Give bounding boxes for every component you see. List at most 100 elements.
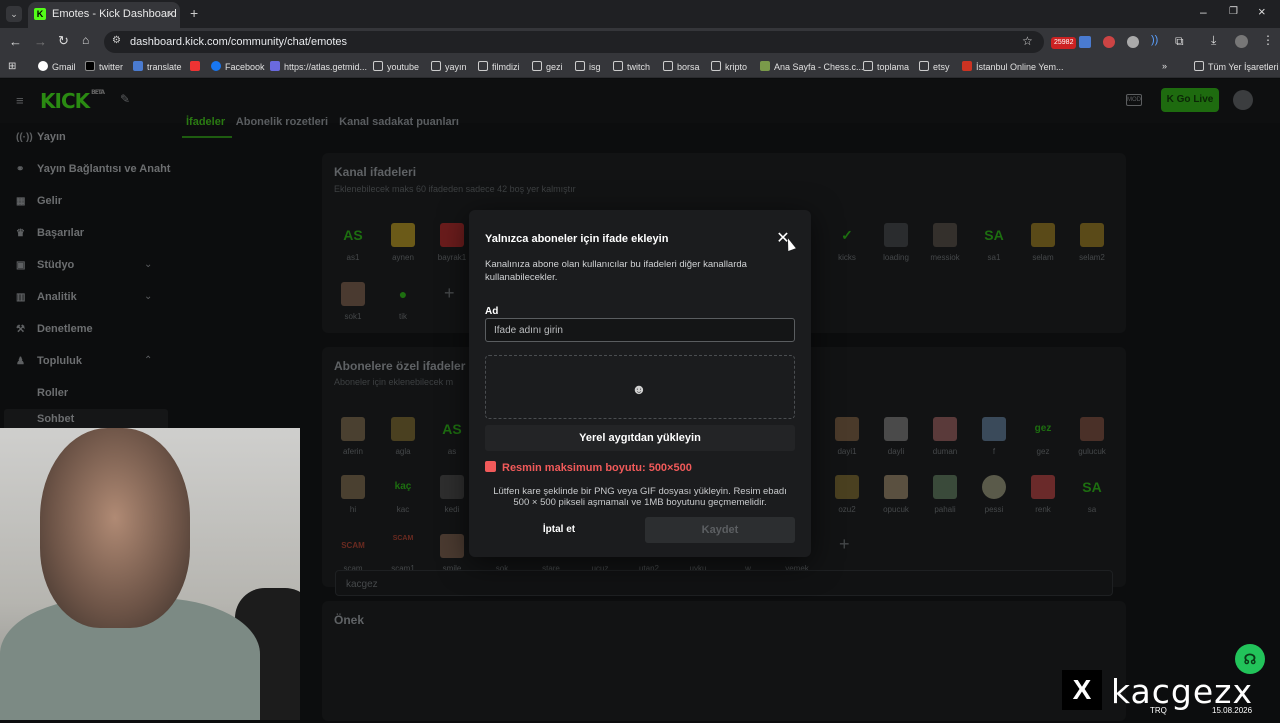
bookmark-translate[interactable]: translate [133, 61, 182, 72]
folder-isg[interactable]: isg [575, 61, 601, 72]
folder-etsy[interactable]: etsy [919, 61, 950, 72]
user-avatar[interactable] [1233, 90, 1253, 110]
sidebar-item-denetleme[interactable]: ⚒ Denetleme [16, 323, 93, 335]
mod-icon[interactable]: MOD [1126, 94, 1142, 106]
emote-name-input[interactable] [485, 318, 795, 342]
emote-f[interactable]: f [974, 417, 1014, 456]
bookmark-atlas[interactable]: https://atlas.getmid... [270, 61, 367, 72]
tab-close-icon[interactable]: × [167, 7, 174, 21]
emote-kac[interactable]: kaç kac [383, 475, 423, 514]
sidebar-item-roller[interactable]: Roller [37, 387, 68, 399]
restore-icon[interactable]: ❐ [1229, 6, 1238, 17]
folder-yayin[interactable]: yayın [431, 61, 467, 72]
image-dropzone[interactable]: ☻ [485, 355, 795, 419]
tab-abonelik-rozetleri[interactable]: Abonelik rozetleri [236, 116, 328, 128]
ext-gray-icon[interactable] [1127, 36, 1139, 48]
bookmark-istanbul[interactable]: İstanbul Online Yem... [962, 61, 1064, 72]
emote-smile[interactable]: smile [432, 534, 472, 573]
emote-dayi1[interactable]: dayi1 [827, 417, 867, 456]
sidebar-item-sohbet[interactable]: Sohbet [37, 413, 74, 425]
tab-search-icon[interactable]: ⌄ [6, 6, 22, 22]
bookmark-chess[interactable]: Ana Sayfa - Chess.c... [760, 61, 864, 72]
emote-loading[interactable]: loading [876, 223, 916, 262]
sidebar-item-stream-key[interactable]: ⚭ Yayın Bağlantısı ve Anahtarı [16, 163, 171, 175]
browser-tab[interactable]: K Emotes - Kick Dashboard × [28, 2, 180, 28]
save-button[interactable]: Kaydet [645, 517, 795, 543]
emote-sok1[interactable]: sok1 [333, 282, 373, 321]
back-icon[interactable]: ← [9, 34, 22, 49]
sidebar-item-topluluk[interactable]: ♟ Topluluk [16, 355, 82, 367]
emote-gez[interactable]: gez gez [1023, 417, 1063, 456]
reload-icon[interactable]: ↻ [58, 33, 69, 49]
forward-icon[interactable]: → [34, 34, 47, 49]
new-tab-icon[interactable]: + [190, 5, 198, 21]
apps-icon[interactable]: ⊞ [8, 61, 16, 72]
emote-scam1[interactable]: SCAM scam1 [383, 534, 423, 573]
emote-messiok[interactable]: messiok [925, 223, 965, 262]
kick-logo[interactable]: KICK BETA [40, 89, 105, 113]
go-live-button[interactable]: K Go Live [1161, 88, 1219, 112]
emote-selam[interactable]: selam [1023, 223, 1063, 262]
folder-gezi[interactable]: gezi [532, 61, 563, 72]
emote-hi[interactable]: hi [333, 475, 373, 514]
prefix-input[interactable]: kacgez [335, 570, 1113, 596]
minimize-icon[interactable]: – [1200, 5, 1207, 19]
chevron-down-icon[interactable]: ⌄ [144, 259, 152, 270]
pin-icon[interactable]: ✎ [120, 92, 130, 106]
window-close-icon[interactable]: × [1258, 4, 1266, 19]
ext-red-icon[interactable] [1103, 36, 1115, 48]
emote-sa1[interactable]: SA sa1 [974, 223, 1014, 262]
hamburger-menu-icon[interactable]: ≡ [16, 93, 24, 108]
emote-as1[interactable]: AS as1 [333, 223, 373, 262]
folder-filmdizi[interactable]: filmdizi [478, 61, 520, 72]
emote-bayrak1[interactable]: bayrak1 [432, 223, 472, 262]
chevron-up-icon[interactable]: ⌃ [144, 355, 152, 366]
address-bar[interactable]: ⚙ dashboard.kick.com/community/chat/emot… [104, 31, 1044, 53]
download-icon[interactable]: ⤓ [1211, 33, 1216, 48]
emote-kedi[interactable]: kedi [432, 475, 472, 514]
emote-renk[interactable]: renk [1023, 475, 1063, 514]
support-chat-icon[interactable]: ☊ [1235, 644, 1265, 674]
chevron-down-icon[interactable]: ⌄ [144, 291, 152, 302]
emote-tik[interactable]: ● tik [383, 282, 423, 321]
add-sub-emote-icon[interactable]: + [839, 534, 850, 555]
extension-badge[interactable]: 25982 [1051, 37, 1077, 49]
bookmark-gmail[interactable]: Gmail [38, 61, 76, 72]
emote-kicks[interactable]: ✓ kicks [827, 223, 867, 262]
emote-sa[interactable]: SA sa [1072, 475, 1112, 514]
emote-duman[interactable]: duman [925, 417, 965, 456]
tab-ifadeler[interactable]: İfadeler [186, 116, 225, 128]
folder-youtube[interactable]: youtube [373, 61, 419, 72]
sidebar-item-studyo[interactable]: ▣ Stüdyo [16, 259, 74, 271]
site-info-icon[interactable]: ⚙ [112, 35, 121, 46]
emote-scam[interactable]: SCAM scam [333, 534, 373, 573]
emote-dayli[interactable]: dayli [876, 417, 916, 456]
taskbar-lang[interactable]: TRQ [1150, 706, 1167, 715]
folder-kripto[interactable]: kripto [711, 61, 747, 72]
folder-toplama[interactable]: toplama [863, 61, 909, 72]
menu-kebab-icon[interactable]: ⋮ [1262, 33, 1274, 47]
emote-selam2[interactable]: selam2 [1072, 223, 1112, 262]
folder-all-bookmarks[interactable]: Tüm Yer İşaretleri [1194, 61, 1279, 72]
emote-agla[interactable]: agla [383, 417, 423, 456]
profile-icon[interactable] [1235, 35, 1248, 48]
emote-pahali[interactable]: pahali [925, 475, 965, 514]
bookmark-star-icon[interactable]: ☆ [1022, 34, 1033, 48]
sidebar-item-gelir[interactable]: ▦ Gelir [16, 195, 62, 207]
translate-ext-icon[interactable] [1079, 36, 1091, 48]
sidebar-item-analitik[interactable]: ▥ Analitik [16, 291, 77, 303]
tab-kanal-sadakat[interactable]: Kanal sadakat puanları [339, 116, 459, 128]
home-icon[interactable]: ⌂ [82, 33, 89, 47]
sidebar-item-basarilar[interactable]: ♛ Başarılar [16, 227, 84, 239]
bookmark-twitter[interactable]: twitter [85, 61, 123, 72]
emote-gulucuk[interactable]: gulucuk [1072, 417, 1112, 456]
emote-aferin[interactable]: aferin [333, 417, 373, 456]
emote-opucuk[interactable]: opucuk [876, 475, 916, 514]
folder-borsa[interactable]: borsa [663, 61, 700, 72]
emote-aynen[interactable]: aynen [383, 223, 423, 262]
emote-ozu2[interactable]: ozu2 [827, 475, 867, 514]
sidebar-item-yayin[interactable]: ((·)) Yayın [16, 131, 66, 143]
folder-twitch[interactable]: twitch [613, 61, 650, 72]
cancel-button[interactable]: İptal et [485, 517, 633, 543]
bookmark-youtube-icon[interactable] [190, 61, 204, 72]
